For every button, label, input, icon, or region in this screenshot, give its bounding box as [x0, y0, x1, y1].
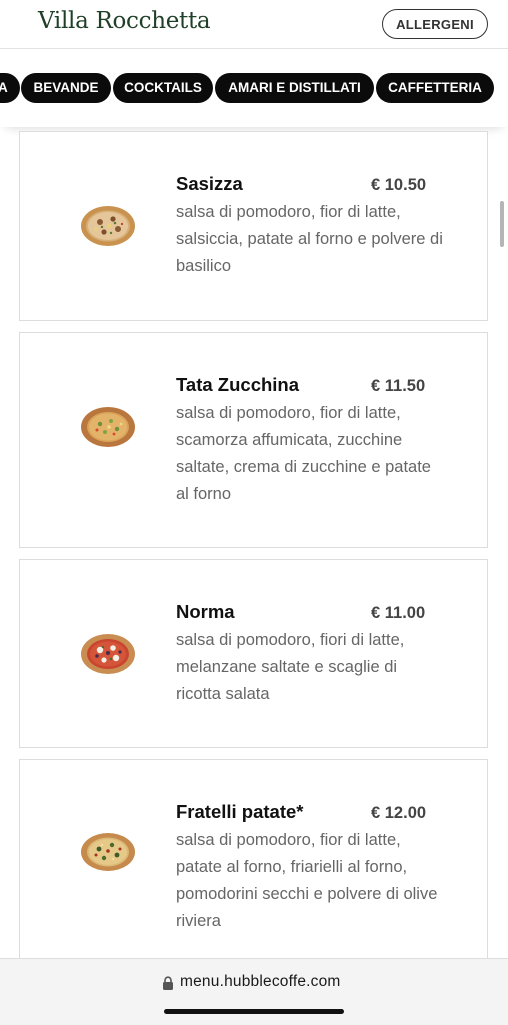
tab-category-a[interactable]: A [0, 73, 20, 103]
pizza-tata-zucchina-image [81, 407, 135, 447]
tab-amari-e-distillati[interactable]: AMARI E DISTILLATI [215, 73, 374, 103]
item-description: salsa di pomodoro, fior di latte, patate… [176, 831, 438, 930]
item-description: salsa di pomodoro, fiori di latte, melan… [176, 631, 405, 703]
item-description: salsa di pomodoro, fior di latte, scamor… [176, 404, 431, 503]
menu-item-card[interactable]: Tata Zucchina € 11.50 salsa di pomodoro,… [19, 332, 488, 548]
item-price: € 10.50 [371, 176, 427, 194]
item-name: Sasizza [176, 173, 243, 194]
item-name: Tata Zucchina [176, 374, 300, 395]
item-price: € 11.50 [371, 377, 426, 395]
item-name: Norma [176, 601, 235, 622]
tab-bevande[interactable]: BEVANDE [21, 73, 111, 103]
home-indicator[interactable] [164, 1009, 344, 1014]
item-price: € 12.00 [371, 804, 427, 822]
item-price: € 11.00 [371, 604, 426, 622]
brand-logo[interactable]: Villa Rocchetta [38, 8, 211, 34]
page-scrollbar[interactable] [500, 201, 504, 247]
tab-caffetteria[interactable]: CAFFETTERIA [376, 73, 494, 103]
allergeni-button[interactable]: ALLERGENI [382, 9, 488, 39]
item-name: Fratelli patate* [176, 801, 304, 822]
pizza-norma-image [81, 634, 135, 674]
url-text[interactable]: menu.hubblecoffe.com [180, 973, 341, 991]
category-tabs: A BEVANDE COCKTAILS AMARI E DISTILLATI C… [0, 49, 508, 127]
tab-cocktails[interactable]: COCKTAILS [113, 73, 213, 103]
menu-item-card[interactable]: Sasizza € 10.50 salsa di pomodoro, fior … [19, 131, 488, 321]
menu-item-card[interactable]: Norma € 11.00 salsa di pomodoro, fiori d… [19, 559, 488, 748]
item-description: salsa di pomodoro, fior di latte, salsic… [176, 203, 443, 275]
pizza-sasizza-image [81, 206, 135, 246]
site-header: Villa Rocchetta ALLERGENI [0, 0, 508, 49]
lock-icon [163, 976, 173, 990]
pizza-fratelli-patate-image [81, 833, 135, 871]
browser-url-bar[interactable]: menu.hubblecoffe.com [0, 958, 508, 1025]
